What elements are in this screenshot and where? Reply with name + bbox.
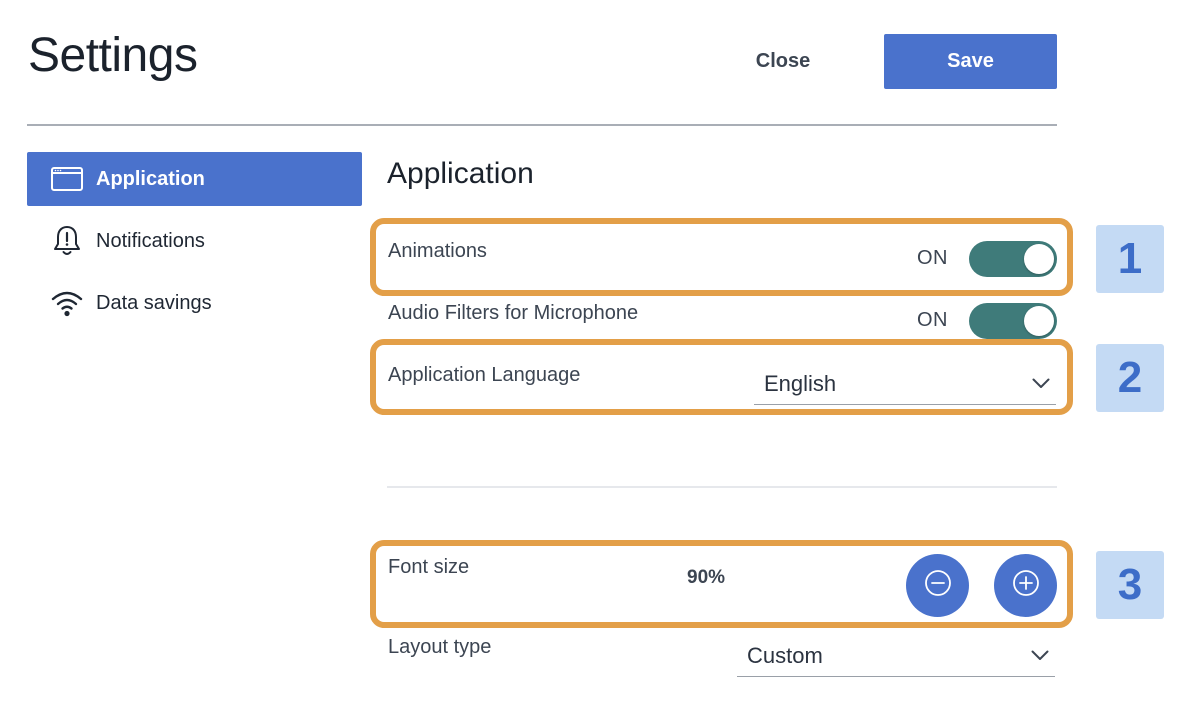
bell-alert-icon — [51, 225, 83, 257]
layout-type-label: Layout type — [388, 636, 492, 658]
audio-filters-label: Audio Filters for Microphone — [388, 302, 639, 324]
wifi-icon — [51, 287, 83, 319]
chevron-down-icon — [1030, 373, 1052, 395]
sidebar-item-notifications[interactable]: Notifications — [27, 214, 362, 268]
font-size-value: 90% — [687, 567, 726, 588]
font-size-label: Font size — [388, 556, 470, 578]
plus-circle-icon — [1012, 569, 1040, 602]
animations-label: Animations — [388, 240, 487, 262]
callout-badge-1: 1 — [1096, 225, 1164, 293]
language-select-value: English — [764, 370, 837, 396]
callout-badge-3: 3 — [1096, 551, 1164, 619]
sidebar-item-label: Data savings — [96, 291, 212, 314]
toggle-knob — [1024, 244, 1054, 274]
callout-badge-2: 2 — [1096, 344, 1164, 412]
language-label: Application Language — [388, 364, 581, 386]
layout-type-select[interactable]: Custom — [737, 635, 1055, 677]
save-button[interactable]: Save — [884, 34, 1057, 89]
increase-font-button[interactable] — [994, 554, 1057, 617]
language-select[interactable]: English — [754, 363, 1056, 405]
animations-state-text: ON — [917, 247, 948, 269]
layout-type-select-value: Custom — [747, 642, 823, 668]
decrease-font-button[interactable] — [906, 554, 969, 617]
sidebar-item-label: Notifications — [96, 229, 205, 252]
close-button[interactable]: Close — [738, 42, 828, 80]
chevron-down-icon — [1029, 645, 1051, 667]
browser-window-icon — [51, 163, 83, 195]
sidebar-item-label: Application — [96, 167, 205, 190]
animations-toggle[interactable] — [969, 241, 1057, 277]
audio-filters-toggle[interactable] — [969, 303, 1057, 339]
section-title: Application — [387, 157, 534, 190]
page-title: Settings — [28, 29, 198, 82]
minus-circle-icon — [924, 569, 952, 602]
toggle-knob — [1024, 306, 1054, 336]
section-divider — [387, 486, 1057, 488]
header-divider — [27, 124, 1057, 126]
sidebar-item-application[interactable]: Application — [27, 152, 362, 206]
audio-filters-state-text: ON — [917, 309, 948, 331]
sidebar-item-data-savings[interactable]: Data savings — [27, 276, 362, 330]
